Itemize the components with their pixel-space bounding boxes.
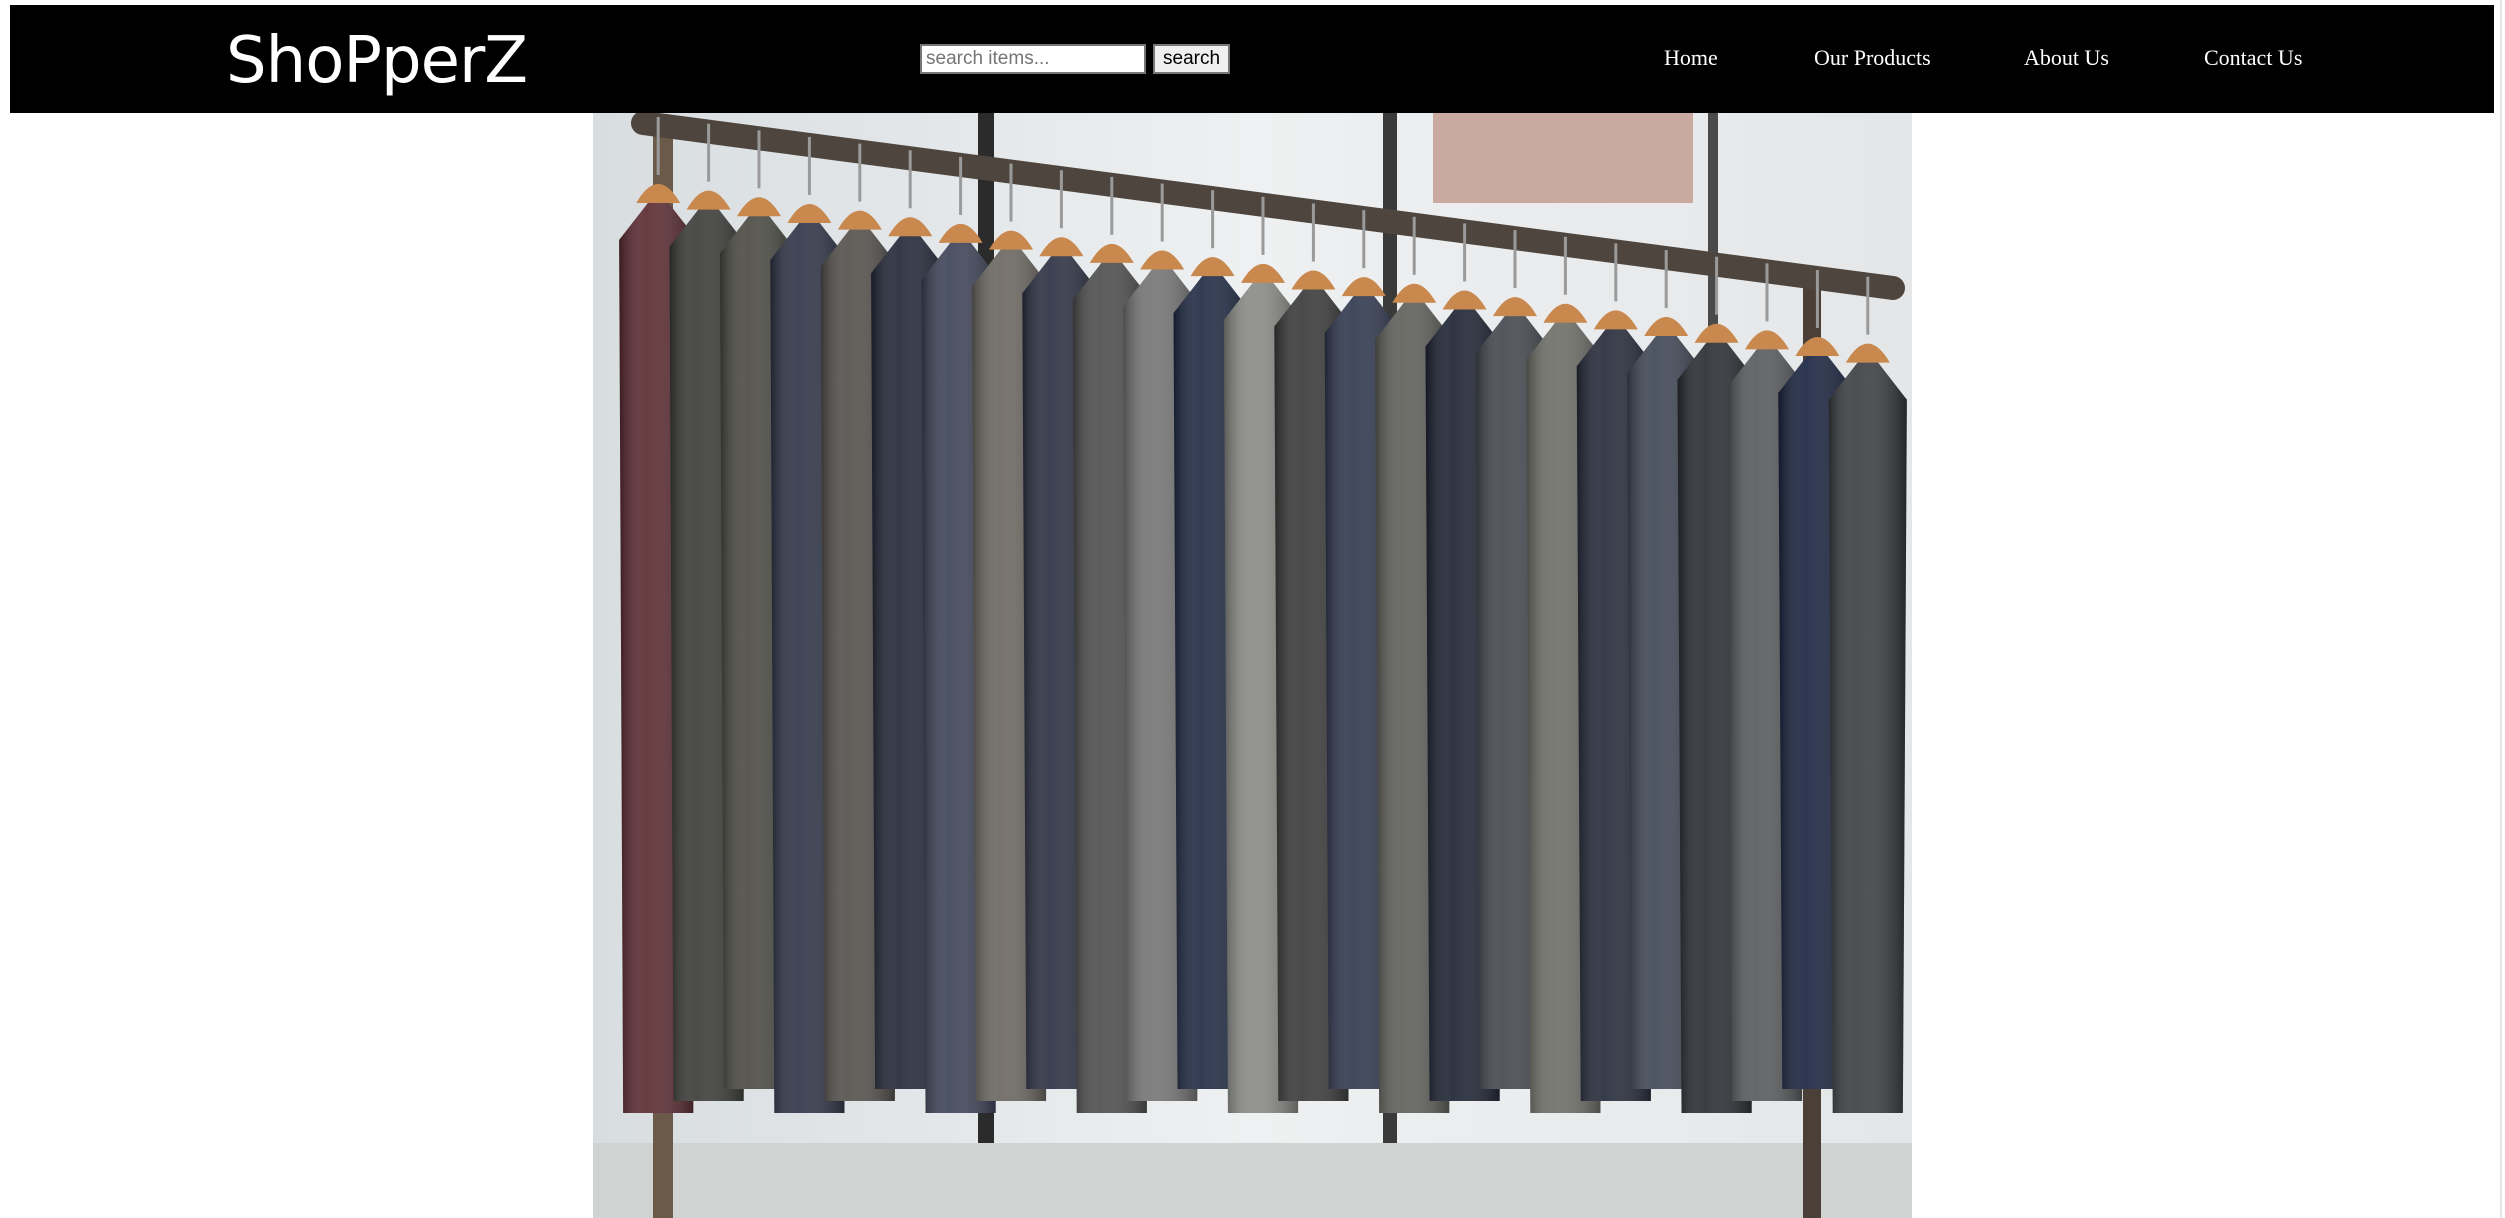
- nav-link-our-products[interactable]: Our Products: [1814, 45, 1931, 71]
- page-scroll-edge: [2500, 0, 2502, 1218]
- building-outside: [1433, 113, 1693, 203]
- main-nav: Home Our Products About Us Contact Us: [10, 5, 2494, 113]
- top-navbar: ShoPperZ search Home Our Products About …: [10, 5, 2494, 113]
- jacket-shading: [1828, 359, 1907, 1113]
- floor: [593, 1143, 1912, 1218]
- clothing-rack-illustration: [593, 113, 1912, 1218]
- nav-link-contact-us[interactable]: Contact Us: [2204, 45, 2302, 71]
- nav-link-home[interactable]: Home: [1664, 45, 1718, 71]
- nav-link-about-us[interactable]: About Us: [2024, 45, 2109, 71]
- hero-image: [593, 113, 1912, 1218]
- page: ShoPperZ search Home Our Products About …: [0, 0, 2505, 1218]
